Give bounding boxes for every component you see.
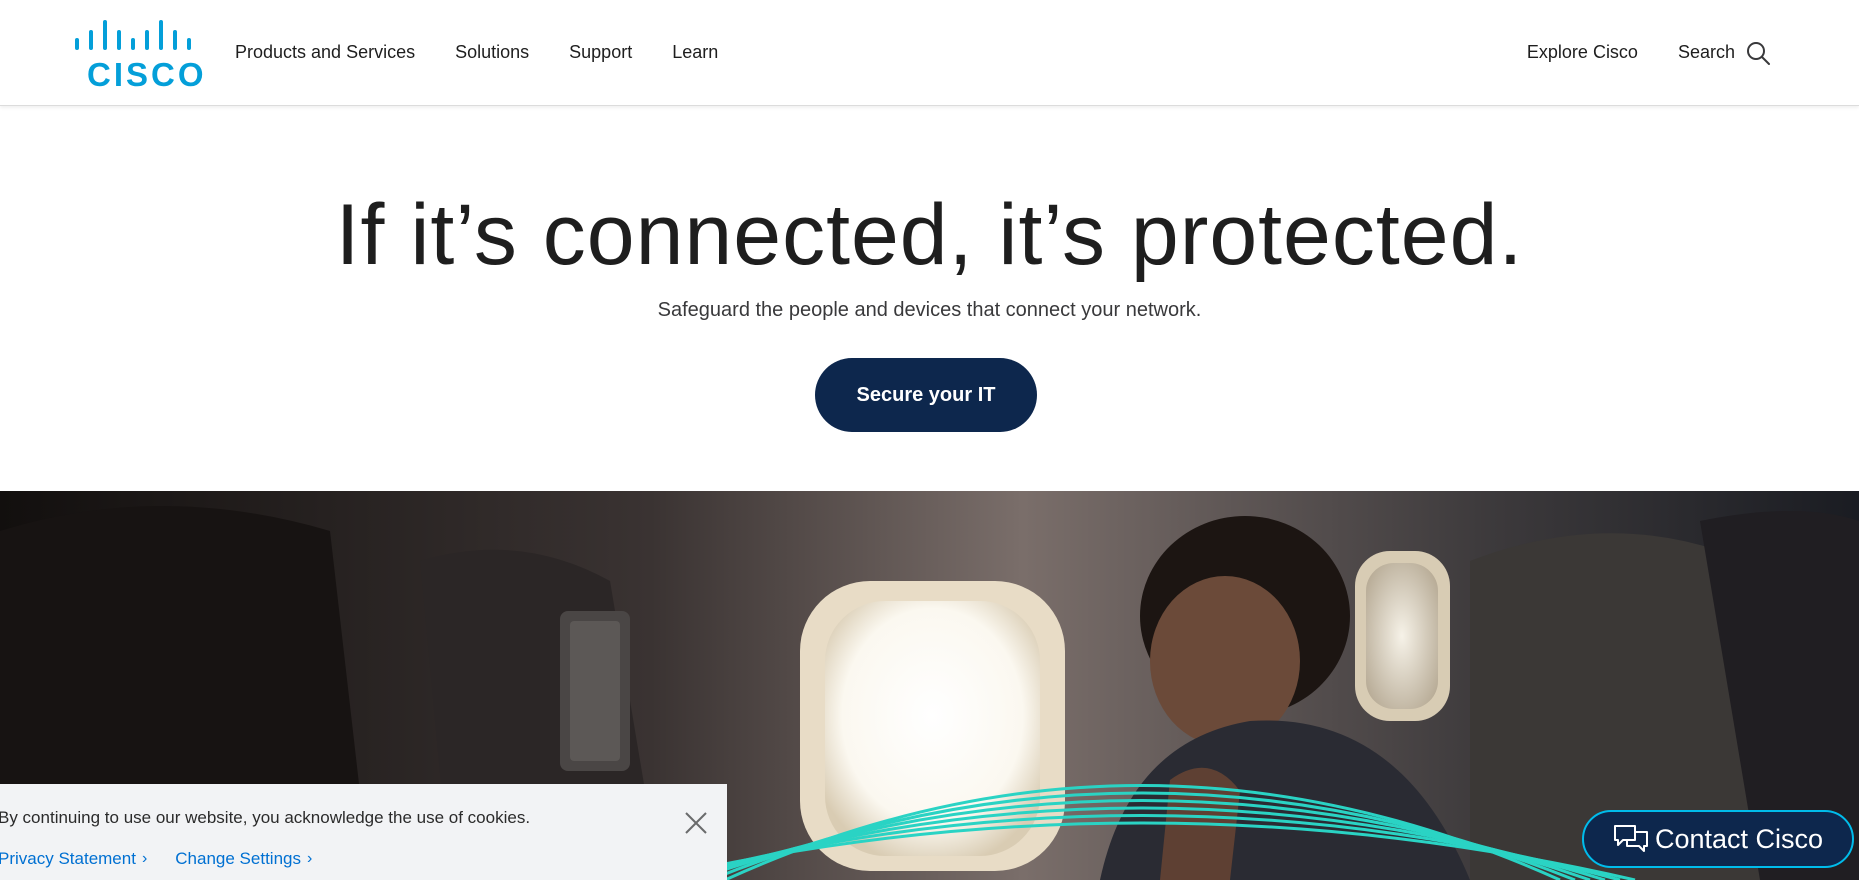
nav-learn[interactable]: Learn [672,42,718,63]
privacy-statement-link[interactable]: Privacy Statement › [0,849,147,869]
contact-cisco-label: Contact Cisco [1654,823,1824,854]
search-label: Search [1677,42,1735,62]
explore-cisco-link[interactable]: Explore Cisco [1527,42,1638,63]
primary-nav: Products and Services Solutions Support … [235,0,758,105]
chevron-right-icon: › [306,850,313,867]
cookie-banner: By continuing to use our website, you ac… [0,784,727,880]
cisco-wordmark: CISCO [87,56,207,93]
close-icon[interactable] [683,810,709,836]
cookie-message: By continuing to use our website, you ac… [0,808,531,827]
cisco-bars-icon [75,20,191,50]
search-button[interactable]: Search [1678,40,1771,66]
privacy-statement-label: Privacy Statement [0,849,136,868]
utility-nav: Explore Cisco Search [1487,0,1771,105]
site-header: CISCO Products and Services Solutions Su… [0,0,1859,106]
nav-solutions[interactable]: Solutions [455,42,529,63]
search-icon [1747,41,1770,65]
cookie-links: Privacy Statement › Change Settings › [0,849,340,869]
contact-cisco-button[interactable]: Contact Cisco [1582,810,1854,868]
secure-your-it-button[interactable]: Secure your IT [815,358,1037,432]
change-settings-label: Change Settings [175,849,301,868]
hero-title: If it’s connected, it’s protected. [335,187,1524,283]
chat-icon [1613,825,1648,852]
chevron-right-icon: › [141,850,148,867]
hero-subtitle: Safeguard the people and devices that co… [657,299,1202,321]
nav-support[interactable]: Support [569,42,632,63]
nav-products-and-services[interactable]: Products and Services [235,42,415,63]
change-settings-link[interactable]: Change Settings › [175,849,312,869]
cisco-logo[interactable]: CISCO [75,20,204,91]
